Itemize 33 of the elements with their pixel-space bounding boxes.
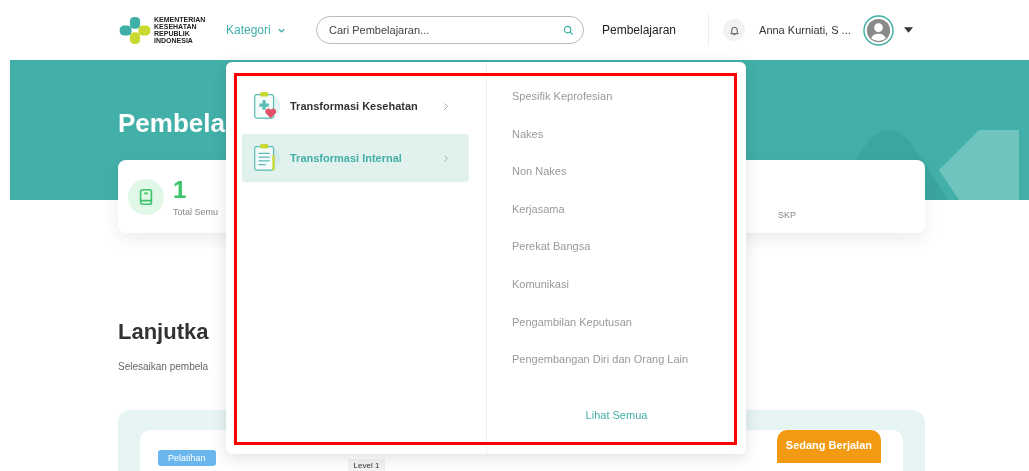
subcategory-link[interactable]: Spesifik Keprofesian xyxy=(512,90,746,128)
stat-count: 1 xyxy=(173,176,188,203)
book-icon xyxy=(128,178,164,215)
status-badge: Sedang Berjalan xyxy=(776,430,881,463)
category-item[interactable]: Transformasi Internal xyxy=(242,134,469,182)
chevron-right-icon xyxy=(443,153,449,163)
search-field[interactable]: Cari Pembelajaran... xyxy=(316,16,584,44)
bell-icon xyxy=(728,24,740,36)
page-title: Pembela xyxy=(118,108,225,139)
subcategory-link[interactable]: Pengambilan Keputusan xyxy=(512,315,746,354)
category-menu[interactable]: Kategori xyxy=(226,23,316,37)
subcategory-link[interactable]: Perekat Bangsa xyxy=(512,240,746,278)
avatar-icon[interactable] xyxy=(863,14,895,46)
subcategory-link[interactable]: Komunikasi xyxy=(512,277,746,316)
caret-icon[interactable] xyxy=(904,27,914,33)
ministry-logo-icon xyxy=(118,14,152,46)
category-item[interactable]: Transformasi Kesehatan xyxy=(242,82,469,130)
level-badge: Level 1 xyxy=(347,459,386,471)
section-subtitle: Selesaikan pembela xyxy=(118,361,210,372)
user-name[interactable]: Anna Kurniati, S ... xyxy=(759,24,856,36)
see-all-link[interactable]: Lihat Semua xyxy=(585,408,648,421)
chevron-right-icon xyxy=(443,101,449,111)
stat-label: SKP xyxy=(778,209,797,220)
type-badge: Pelatihan xyxy=(158,450,216,466)
stat-label: Total Semu xyxy=(173,206,219,217)
section-title: Lanjutka xyxy=(118,319,209,345)
subcategory-link[interactable]: Kerjasama xyxy=(512,202,746,241)
search-icon xyxy=(563,25,574,36)
subcategory-link[interactable]: Non Nakes xyxy=(512,165,746,203)
nav-link[interactable]: Pembelajaran xyxy=(602,23,677,37)
notification-button[interactable] xyxy=(723,19,746,41)
subcategory-link[interactable]: Pengembangan Diri dan Orang Lain xyxy=(512,353,746,391)
subcategory-link[interactable]: Nakes xyxy=(512,127,746,166)
